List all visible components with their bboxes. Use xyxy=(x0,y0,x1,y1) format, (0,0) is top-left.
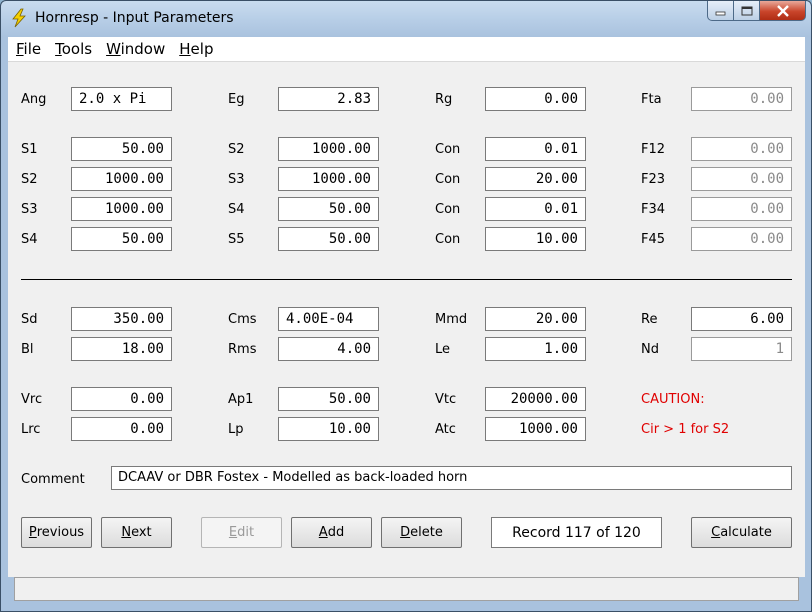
input-con-3[interactable]: 0.01 xyxy=(485,197,586,221)
label-sd: Sd xyxy=(21,312,38,327)
input-re[interactable]: 6.00 xyxy=(691,307,792,331)
label-s4: S4 xyxy=(21,232,38,247)
label-comment: Comment xyxy=(21,472,85,487)
input-s2-right[interactable]: 1000.00 xyxy=(278,137,379,161)
input-bl[interactable]: 18.00 xyxy=(71,337,172,361)
input-s5[interactable]: 50.00 xyxy=(278,227,379,251)
caution-title: CAUTION: xyxy=(641,392,705,407)
label-re: Re xyxy=(641,312,658,327)
label-mmd: Mmd xyxy=(435,312,468,327)
window-title: Hornresp - Input Parameters xyxy=(35,10,234,26)
close-icon xyxy=(776,4,789,17)
label-fta: Fta xyxy=(641,92,662,107)
label-s2: S2 xyxy=(21,172,38,187)
label-vrc: Vrc xyxy=(21,392,43,407)
label-atc: Atc xyxy=(435,422,456,437)
input-fta: 0.00 xyxy=(691,87,792,111)
input-lrc[interactable]: 0.00 xyxy=(71,417,172,441)
input-s2[interactable]: 1000.00 xyxy=(71,167,172,191)
input-nd: 1 xyxy=(691,337,792,361)
input-parameters-form: Ang 2.0 x Pi Eg 2.83 Rg 0.00 Fta 0.00 S1… xyxy=(8,62,805,601)
label-bl: Bl xyxy=(21,342,34,357)
input-s3-right[interactable]: 1000.00 xyxy=(278,167,379,191)
label-le: Le xyxy=(435,342,451,357)
next-button[interactable]: Next xyxy=(101,517,172,548)
input-ap1[interactable]: 50.00 xyxy=(278,387,379,411)
caption-buttons xyxy=(707,1,806,23)
label-s4-right: S4 xyxy=(228,202,245,217)
input-con-1[interactable]: 0.01 xyxy=(485,137,586,161)
calculate-button[interactable]: Calculate xyxy=(691,517,792,548)
input-le[interactable]: 1.00 xyxy=(485,337,586,361)
label-f23: F23 xyxy=(641,172,666,187)
input-s4-right[interactable]: 50.00 xyxy=(278,197,379,221)
label-s5: S5 xyxy=(228,232,245,247)
title-bar[interactable]: Hornresp - Input Parameters xyxy=(1,1,811,37)
input-f23: 0.00 xyxy=(691,167,792,191)
input-s4[interactable]: 50.00 xyxy=(71,227,172,251)
menu-file[interactable]: File xyxy=(16,40,41,58)
label-lp: Lp xyxy=(228,422,244,437)
label-f12: F12 xyxy=(641,142,666,157)
input-cms[interactable]: 4.00E-04 xyxy=(278,307,379,331)
label-ap1: Ap1 xyxy=(228,392,254,407)
lightning-bolt-icon xyxy=(12,8,26,28)
record-indicator: Record 117 of 120 xyxy=(491,517,662,548)
app-window: Hornresp - Input Parameters File Tools W… xyxy=(0,0,812,612)
label-con-3: Con xyxy=(435,202,461,217)
maximize-icon xyxy=(741,6,752,15)
label-eg: Eg xyxy=(228,92,245,107)
label-f34: F34 xyxy=(641,202,666,217)
input-ang[interactable]: 2.0 x Pi xyxy=(71,87,172,111)
input-f12: 0.00 xyxy=(691,137,792,161)
section-divider xyxy=(21,279,792,280)
input-f45: 0.00 xyxy=(691,227,792,251)
input-mmd[interactable]: 20.00 xyxy=(485,307,586,331)
status-bar xyxy=(14,577,799,601)
menu-bar: File Tools Window Help xyxy=(8,37,805,62)
label-con-2: Con xyxy=(435,172,461,187)
label-s3-right: S3 xyxy=(228,172,245,187)
comment-input[interactable]: DCAAV or DBR Fostex - Modelled as back-l… xyxy=(111,466,792,490)
input-con-2[interactable]: 20.00 xyxy=(485,167,586,191)
edit-button: Edit xyxy=(201,517,282,548)
maximize-button[interactable] xyxy=(734,1,760,21)
label-ang: Ang xyxy=(21,92,47,107)
close-button[interactable] xyxy=(760,1,806,21)
input-sd[interactable]: 350.00 xyxy=(71,307,172,331)
input-lp[interactable]: 10.00 xyxy=(278,417,379,441)
input-s3[interactable]: 1000.00 xyxy=(71,197,172,221)
menu-window[interactable]: Window xyxy=(106,40,165,58)
label-rg: Rg xyxy=(435,92,453,107)
input-f34: 0.00 xyxy=(691,197,792,221)
input-atc[interactable]: 1000.00 xyxy=(485,417,586,441)
label-con-1: Con xyxy=(435,142,461,157)
label-s2-right: S2 xyxy=(228,142,245,157)
label-nd: Nd xyxy=(641,342,659,357)
previous-button[interactable]: Previous xyxy=(21,517,92,548)
label-cms: Cms xyxy=(228,312,257,327)
label-lrc: Lrc xyxy=(21,422,41,437)
input-rms[interactable]: 4.00 xyxy=(278,337,379,361)
minimize-button[interactable] xyxy=(707,1,734,21)
caution-message: Cir > 1 for S2 xyxy=(641,422,730,437)
delete-button[interactable]: Delete xyxy=(381,517,462,548)
input-rg[interactable]: 0.00 xyxy=(485,87,586,111)
input-con-4[interactable]: 10.00 xyxy=(485,227,586,251)
minimize-icon xyxy=(715,11,725,15)
label-s3: S3 xyxy=(21,202,38,217)
add-button[interactable]: Add xyxy=(291,517,372,548)
label-f45: F45 xyxy=(641,232,666,247)
input-s1[interactable]: 50.00 xyxy=(71,137,172,161)
menu-tools[interactable]: Tools xyxy=(55,40,92,58)
input-vrc[interactable]: 0.00 xyxy=(71,387,172,411)
input-eg[interactable]: 2.83 xyxy=(278,87,379,111)
label-vtc: Vtc xyxy=(435,392,457,407)
menu-help[interactable]: Help xyxy=(179,40,213,58)
input-vtc[interactable]: 20000.00 xyxy=(485,387,586,411)
label-s1: S1 xyxy=(21,142,38,157)
label-rms: Rms xyxy=(228,342,257,357)
label-con-4: Con xyxy=(435,232,461,247)
